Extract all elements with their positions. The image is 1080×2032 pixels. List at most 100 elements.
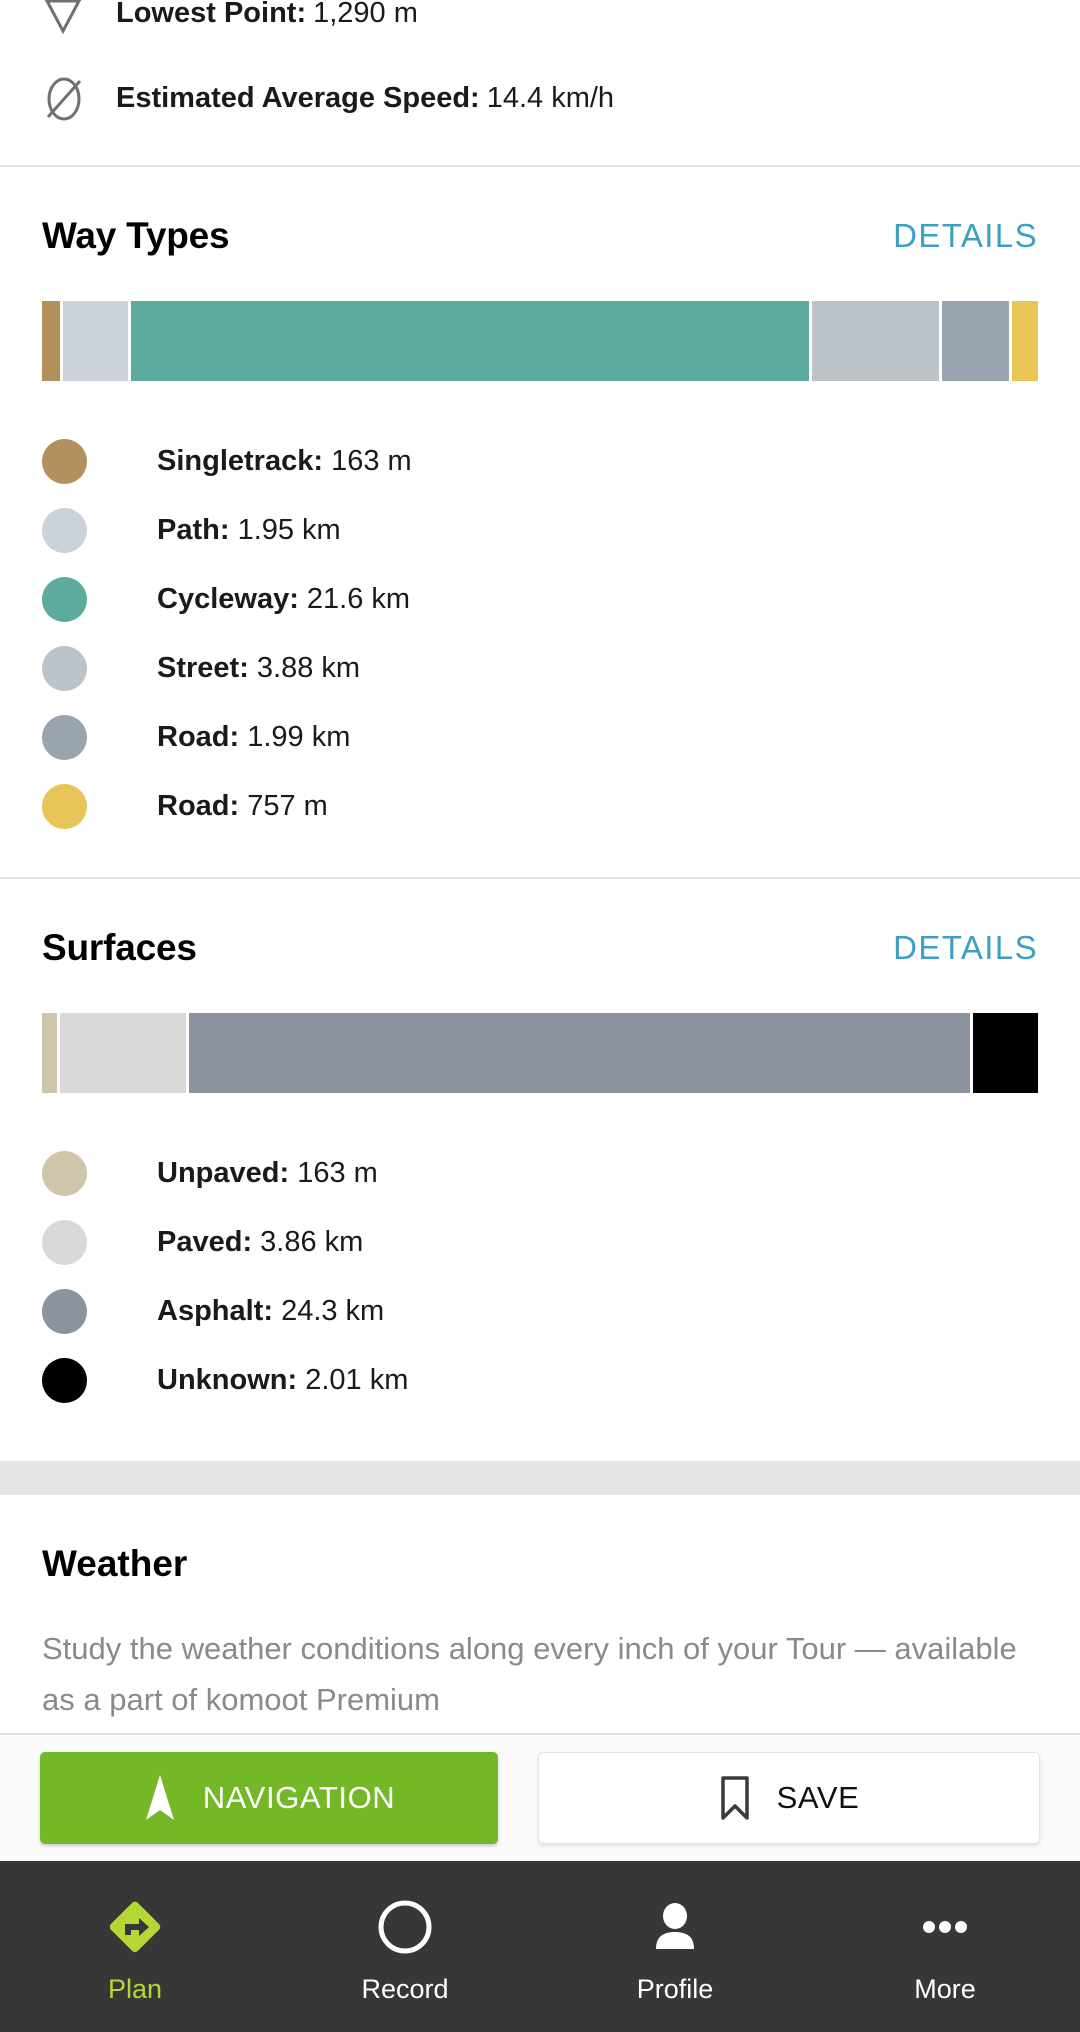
legend-key: Street:: [157, 652, 249, 684]
legend-value: 21.6 km: [306, 583, 411, 615]
person-icon: [644, 1894, 706, 1960]
legend-dot-unknown: [42, 1358, 87, 1403]
legend-dot-cycleway: [42, 577, 87, 622]
legend-label-unknown: Unknown: 2.01 km: [157, 1364, 408, 1397]
list-item: Cycleway: 21.6 km: [42, 565, 1080, 634]
surfaces-legend: Unpaved: 163 m Paved: 3.86 km Asphalt: 2…: [0, 1139, 1080, 1415]
tab-profile[interactable]: Profile: [540, 1861, 810, 2032]
legend-value: 3.88 km: [256, 652, 361, 684]
tab-record[interactable]: Record: [270, 1861, 540, 2032]
stat-row-lowest-point: Lowest Point: 1,290 m: [0, 0, 1080, 56]
legend-label-street: Street: 3.88 km: [157, 652, 360, 685]
legend-dot-road-1: [42, 715, 87, 760]
navigation-arrow-icon: [143, 1773, 177, 1823]
tab-more[interactable]: More: [810, 1861, 1080, 2032]
legend-key: Paved:: [157, 1226, 253, 1258]
legend-label-unpaved: Unpaved: 163 m: [157, 1157, 378, 1190]
surfaces-stacked-bar: [42, 1013, 1038, 1093]
way-types-stacked-bar: [42, 301, 1038, 381]
scroll-content[interactable]: Highest Point:1,950 m Lowest Point:1,290…: [0, 0, 1080, 1733]
list-item: Singletrack: 163 m: [42, 427, 1080, 496]
stat-row-average-speed: Estimated Average Speed: 14.4 km/h: [0, 56, 1080, 141]
section-divider-band: [0, 1461, 1080, 1495]
legend-value: 3.86 km: [260, 1226, 364, 1258]
bar-segment-paved: [59, 1013, 187, 1093]
stat-label: Lowest Point:: [116, 0, 307, 29]
legend-label-cycleway: Cycleway: 21.6 km: [157, 583, 410, 616]
tab-label-plan: Plan: [107, 1974, 163, 2004]
legend-key: Cycleway:: [157, 583, 299, 615]
section-way-types: Way Types DETAILS Singletrack: 163 m Pat…: [0, 167, 1080, 877]
list-item: Unpaved: 163 m: [42, 1139, 1080, 1208]
surfaces-header: Surfaces DETAILS: [0, 879, 1080, 969]
list-item: Road: 1.99 km: [42, 703, 1080, 772]
bottom-tab-bar: Plan Record Profile More: [0, 1861, 1080, 2032]
tour-details-screen: Highest Point:1,950 m Lowest Point:1,290…: [0, 0, 1080, 2032]
surfaces-details-link[interactable]: DETAILS: [893, 929, 1038, 967]
bar-segment-singletrack: [42, 301, 60, 381]
section-weather: Weather Study the weather conditions alo…: [0, 1495, 1080, 1725]
legend-dot-unpaved: [42, 1151, 87, 1196]
legend-label-asphalt: Asphalt: 24.3 km: [157, 1295, 384, 1328]
weather-description: Study the weather conditions along every…: [42, 1631, 1017, 1717]
list-item: Street: 3.88 km: [42, 634, 1080, 703]
way-types-header: Way Types DETAILS: [0, 167, 1080, 257]
stat-value: 1,290 m: [313, 0, 418, 29]
bar-segment-road-1: [942, 301, 1010, 381]
legend-value: 163 m: [331, 445, 412, 477]
legend-key: Unknown:: [157, 1364, 298, 1396]
legend-value: 1.95 km: [237, 514, 341, 546]
legend-label-path: Path: 1.95 km: [157, 514, 341, 547]
bar-segment-path: [62, 301, 128, 381]
legend-dot-singletrack: [42, 439, 87, 484]
legend-dot-path: [42, 508, 87, 553]
stat-text-average-speed: Estimated Average Speed: 14.4 km/h: [116, 82, 614, 115]
list-item: Paved: 3.86 km: [42, 1208, 1080, 1277]
save-button[interactable]: SAVE: [538, 1752, 1040, 1844]
legend-value: 163 m: [297, 1157, 378, 1189]
legend-label-road-1: Road: 1.99 km: [157, 721, 350, 754]
legend-value: 2.01 km: [305, 1364, 409, 1396]
bar-segment-unpaved: [42, 1013, 57, 1093]
section-surfaces: Surfaces DETAILS Unpaved: 163 m Paved: 3…: [0, 879, 1080, 1461]
legend-dot-street: [42, 646, 87, 691]
list-item: Unknown: 2.01 km: [42, 1346, 1080, 1415]
plan-diamond-arrow-icon: [104, 1894, 166, 1960]
tab-label-more: More: [914, 1974, 976, 2004]
lowest-point-icon: [40, 0, 116, 37]
way-types-title: Way Types: [42, 215, 230, 256]
tour-stats-list: Highest Point:1,950 m Lowest Point:1,290…: [0, 0, 1080, 141]
legend-value: 757 m: [247, 790, 328, 822]
more-dots-icon: [914, 1894, 976, 1960]
list-item: Asphalt: 24.3 km: [42, 1277, 1080, 1346]
list-item: Path: 1.95 km: [42, 496, 1080, 565]
stat-text-lowest-point: Lowest Point: 1,290 m: [116, 0, 418, 30]
save-button-label: SAVE: [776, 1780, 860, 1815]
legend-value: 1.99 km: [247, 721, 351, 753]
legend-dot-road-2: [42, 784, 87, 829]
way-types-legend: Singletrack: 163 m Path: 1.95 km Cyclewa…: [0, 427, 1080, 841]
stat-label: Estimated Average Speed:: [116, 82, 480, 114]
tab-label-profile: Profile: [636, 1974, 714, 2004]
legend-dot-paved: [42, 1220, 87, 1265]
bar-segment-road-2: [1012, 301, 1038, 381]
legend-key: Road:: [157, 721, 240, 753]
weather-title: Weather: [42, 1543, 188, 1584]
legend-value: 24.3 km: [281, 1295, 385, 1327]
bar-segment-asphalt: [189, 1013, 971, 1093]
surfaces-title: Surfaces: [42, 927, 197, 968]
tab-plan[interactable]: Plan: [0, 1861, 270, 2032]
navigation-button-label: NAVIGATION: [202, 1780, 396, 1815]
bottom-action-bar: NAVIGATION SAVE: [0, 1733, 1080, 1861]
average-speed-icon: [40, 73, 116, 125]
legend-dot-asphalt: [42, 1289, 87, 1334]
legend-key: Path:: [157, 514, 230, 546]
navigation-button[interactable]: NAVIGATION: [40, 1752, 498, 1844]
way-types-details-link[interactable]: DETAILS: [893, 217, 1038, 255]
legend-key: Asphalt:: [157, 1295, 273, 1327]
legend-label-road-2: Road: 757 m: [157, 790, 328, 823]
bar-segment-street: [811, 301, 940, 381]
bar-segment-unknown: [973, 1013, 1038, 1093]
